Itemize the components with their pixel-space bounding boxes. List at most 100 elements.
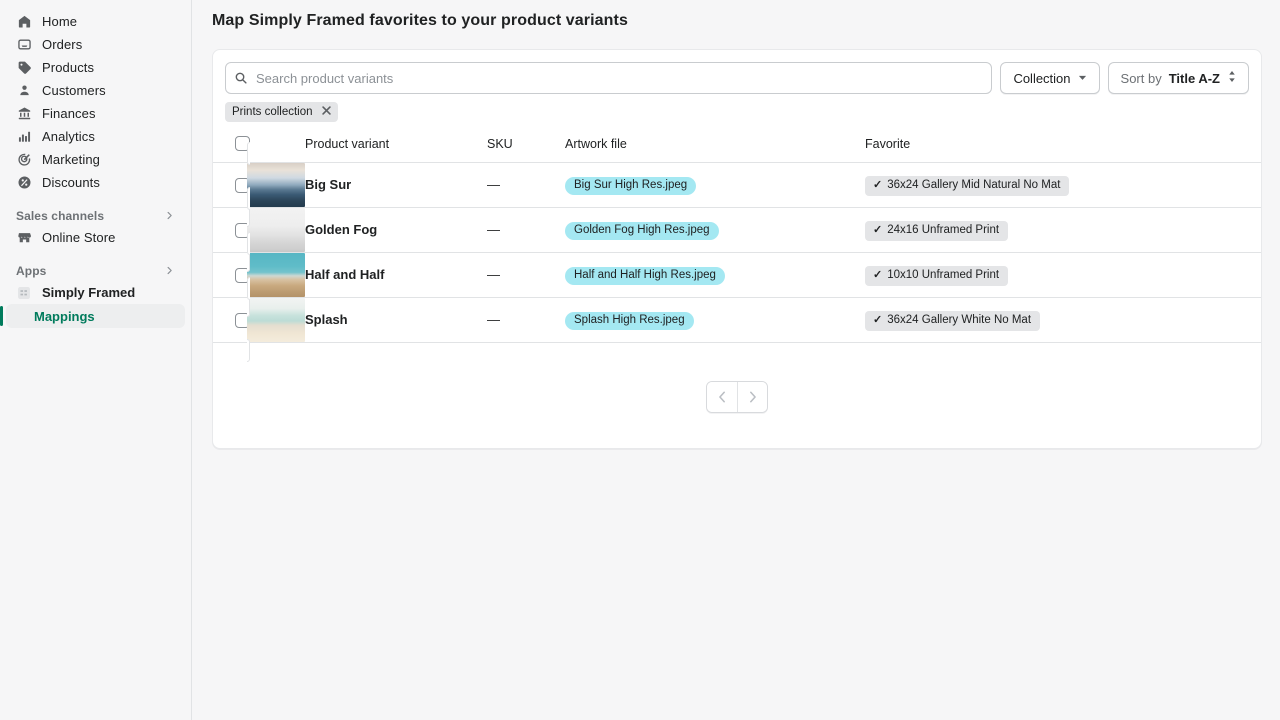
table-row[interactable]: Golden Fog — Golden Fog High Res.jpeg ✓ 24x1… xyxy=(213,187,1261,272)
row-sku-cell: — xyxy=(487,252,565,298)
pagination xyxy=(706,381,768,413)
sidebar-item-label: Customers xyxy=(42,82,106,98)
table-row[interactable]: Splash — Splash High Res.jpeg ✓ 36x24 Galler… xyxy=(213,277,1261,362)
variant-name: Half and Half xyxy=(305,267,385,282)
sort-button[interactable]: Sort by Title A-Z xyxy=(1107,62,1249,94)
sidebar-item-analytics[interactable]: Analytics xyxy=(8,125,183,148)
storefront-icon xyxy=(16,230,32,246)
table-header-row: Product variant SKU Artwork file Favorit… xyxy=(213,136,1261,163)
favorite-label: 10x10 Unframed Print xyxy=(887,268,1000,281)
filter-chip-prints-collection[interactable]: Prints collection xyxy=(225,102,338,122)
sidebar-item-label: Home xyxy=(42,13,78,29)
row-artwork-cell: Half and Half High Res.jpeg xyxy=(565,252,865,298)
check-icon: ✓ xyxy=(873,313,883,326)
row-thumbnail-cell xyxy=(247,277,305,362)
thumbnail-header-cell xyxy=(247,136,305,163)
row-thumbnail-cell xyxy=(247,187,305,272)
row-favorite-cell: ✓ 36x24 Gallery Mid Natural No Mat xyxy=(865,162,1261,208)
row-sku-cell: — xyxy=(487,162,565,208)
favorite-badge[interactable]: ✓ 36x24 Gallery White No Mat xyxy=(865,310,1041,331)
sidebar-item-label: Marketing xyxy=(42,151,100,167)
chevron-right-icon[interactable] xyxy=(164,265,175,278)
row-thumbnail-cell xyxy=(247,142,305,227)
sidebar-item-label: Online Store xyxy=(42,229,116,245)
favorite-badge[interactable]: ✓ 24x16 Unframed Print xyxy=(865,220,1009,241)
app-root: Home Orders Products Customers Finances … xyxy=(0,0,1280,720)
search-input[interactable] xyxy=(225,62,993,94)
main-content: Map Simply Framed favorites to your prod… xyxy=(192,0,1280,720)
collection-filter-button[interactable]: Collection xyxy=(1000,62,1100,94)
row-artwork-cell: Big Sur High Res.jpeg xyxy=(565,162,865,208)
artwork-file-badge[interactable]: Splash High Res.jpeg xyxy=(565,312,694,330)
artwork-file-badge[interactable]: Big Sur High Res.jpeg xyxy=(565,177,697,195)
row-sku-cell: — xyxy=(487,297,565,343)
sku-value: — xyxy=(487,177,500,192)
search-field-wrapper xyxy=(225,62,993,94)
sidebar-item-label: Discounts xyxy=(42,174,100,190)
customers-person-icon xyxy=(16,83,32,99)
sidebar-item-finances[interactable]: Finances xyxy=(8,102,183,125)
discounts-percent-icon xyxy=(16,175,32,191)
sidebar-item-home[interactable]: Home xyxy=(8,10,183,33)
finances-bank-icon xyxy=(16,106,32,122)
row-select-cell xyxy=(213,207,250,253)
active-indicator-bar xyxy=(0,306,3,326)
sidebar-section-label: Sales channels xyxy=(16,209,105,223)
favorite-badge[interactable]: ✓ 36x24 Gallery Mid Natural No Mat xyxy=(865,175,1070,196)
row-variant-cell: Half and Half xyxy=(305,252,487,298)
column-header-artwork-file: Artwork file xyxy=(565,136,865,163)
pagination-wrapper xyxy=(213,343,1261,413)
sort-updown-icon xyxy=(1228,71,1236,85)
row-favorite-cell: ✓ 24x16 Unframed Print xyxy=(865,207,1261,253)
pagination-previous-button[interactable] xyxy=(707,382,737,412)
sku-value: — xyxy=(487,312,500,327)
favorite-label: 24x16 Unframed Print xyxy=(887,223,1000,236)
sidebar-item-online-store[interactable]: Online Store xyxy=(8,226,183,249)
applied-filter-chips: Prints collection xyxy=(213,94,1261,122)
orders-inbox-icon xyxy=(16,37,32,53)
sidebar-item-simply-framed[interactable]: Simply Framed xyxy=(8,281,183,304)
favorite-label: 36x24 Gallery White No Mat xyxy=(887,313,1032,326)
sidebar-item-label: Simply Framed xyxy=(42,285,136,300)
sidebar-item-orders[interactable]: Orders xyxy=(8,33,183,56)
row-favorite-cell: ✓ 36x24 Gallery White No Mat xyxy=(865,297,1261,343)
sidebar-section-label: Apps xyxy=(16,264,47,278)
artwork-file-badge[interactable]: Half and Half High Res.jpeg xyxy=(565,267,725,285)
mappings-card: Collection Sort by Title A-Z Prints coll… xyxy=(212,49,1262,449)
row-variant-cell: Golden Fog xyxy=(305,207,487,253)
table-row[interactable]: Half and Half — Half and Half High Res.jpe… xyxy=(213,232,1261,317)
favorite-label: 36x24 Gallery Mid Natural No Mat xyxy=(887,178,1061,191)
filters-bar: Collection Sort by Title A-Z xyxy=(213,50,1261,94)
chevron-right-icon[interactable] xyxy=(164,210,175,223)
column-header-sku: SKU xyxy=(487,136,565,163)
sidebar: Home Orders Products Customers Finances … xyxy=(0,0,192,720)
sidebar-item-label: Orders xyxy=(42,36,83,52)
search-icon xyxy=(234,71,248,85)
sidebar-item-discounts[interactable]: Discounts xyxy=(8,171,183,194)
sidebar-item-products[interactable]: Products xyxy=(8,56,183,79)
artwork-file-badge[interactable]: Golden Fog High Res.jpeg xyxy=(565,222,719,240)
table-row[interactable]: Big Sur — Big Sur High Res.jpeg ✓ 36x24 Gall… xyxy=(213,142,1261,227)
sku-value: — xyxy=(487,222,500,237)
column-header-favorite: Favorite xyxy=(865,136,1261,163)
sidebar-section-apps[interactable]: Apps xyxy=(8,261,183,281)
sidebar-item-marketing[interactable]: Marketing xyxy=(8,148,183,171)
row-favorite-cell: ✓ 10x10 Unframed Print xyxy=(865,252,1261,298)
row-variant-cell: Splash xyxy=(305,297,487,343)
row-artwork-cell: Splash High Res.jpeg xyxy=(565,297,865,343)
close-icon[interactable] xyxy=(321,106,331,118)
filter-chip-label: Prints collection xyxy=(232,106,313,118)
sidebar-item-mappings[interactable]: Mappings xyxy=(0,304,185,328)
variants-table: Product variant SKU Artwork file Favorit… xyxy=(213,136,1261,362)
row-select-cell xyxy=(213,297,250,343)
row-sku-cell: — xyxy=(487,207,565,253)
sidebar-item-label: Products xyxy=(42,59,95,75)
variant-name: Golden Fog xyxy=(305,222,378,237)
pagination-next-button[interactable] xyxy=(737,382,767,412)
sidebar-section-sales-channels[interactable]: Sales channels xyxy=(8,206,183,226)
sidebar-item-customers[interactable]: Customers xyxy=(8,79,183,102)
sidebar-item-label: Mappings xyxy=(34,308,95,324)
favorite-badge[interactable]: ✓ 10x10 Unframed Print xyxy=(865,265,1009,286)
